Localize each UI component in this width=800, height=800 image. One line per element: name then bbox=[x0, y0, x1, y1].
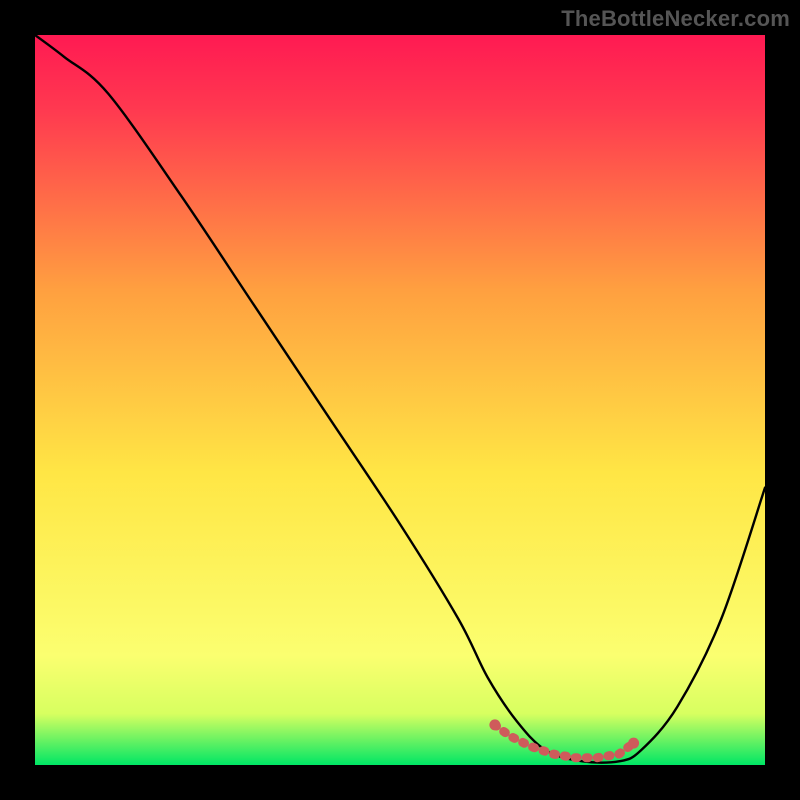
optimal-range-endpoint bbox=[489, 719, 500, 730]
watermark-text: TheBottleNecker.com bbox=[561, 6, 790, 32]
optimal-range-endpoint bbox=[628, 738, 639, 749]
chart-svg bbox=[35, 35, 765, 765]
chart-frame: TheBottleNecker.com bbox=[0, 0, 800, 800]
plot-area bbox=[35, 35, 765, 765]
